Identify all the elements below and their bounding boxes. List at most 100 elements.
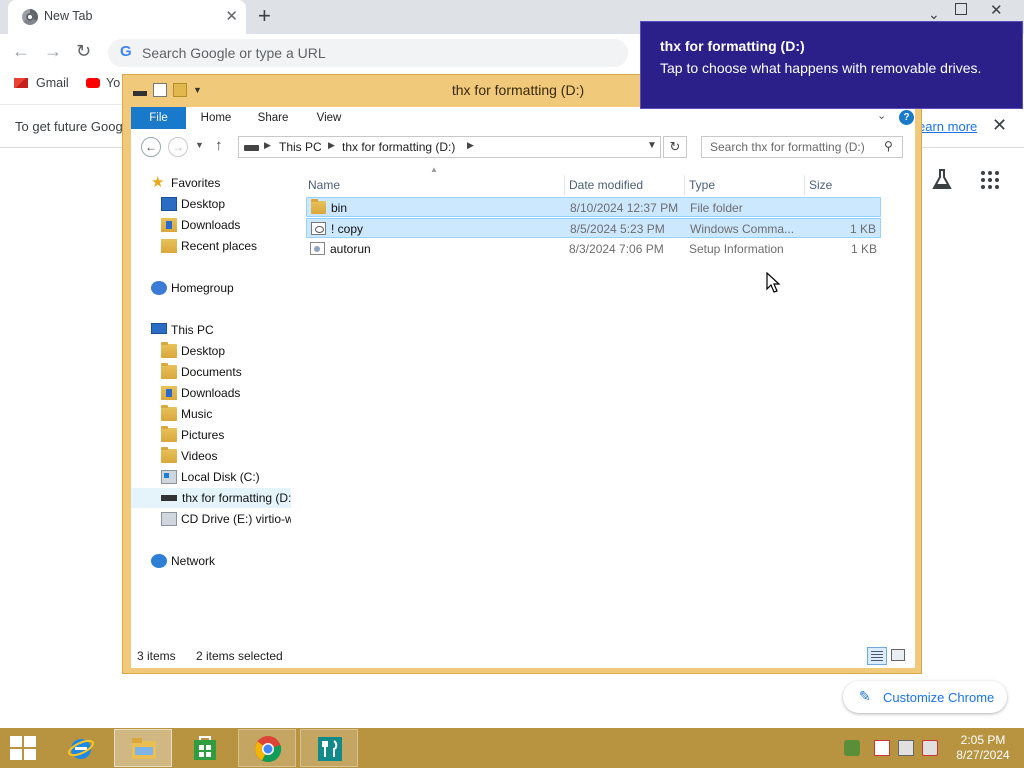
taskbar-clock[interactable]: 2:05 PM 8/27/2024 xyxy=(948,733,1018,763)
forward-button[interactable]: → xyxy=(168,137,188,157)
reload-icon[interactable]: ↻ xyxy=(76,41,91,62)
batch-file-icon xyxy=(311,222,326,235)
search-input[interactable] xyxy=(702,137,880,157)
tree-pc-documents[interactable]: Documents xyxy=(161,362,291,382)
file-row-autorun[interactable]: autorun 8/3/2024 7:06 PM Setup Informati… xyxy=(306,239,881,259)
tree-pc-desktop[interactable]: Desktop xyxy=(161,341,291,361)
column-header-size[interactable]: Size xyxy=(809,173,832,197)
large-icons-view-icon[interactable] xyxy=(891,649,905,661)
tab-home[interactable]: Home xyxy=(193,107,239,129)
address-bar[interactable]: ▶ This PC ▶ thx for formatting (D:) ▶ ▼ xyxy=(238,136,661,158)
tab-file[interactable]: File xyxy=(131,107,186,129)
documents-folder-icon xyxy=(161,363,177,379)
bookmark-gmail[interactable]: Gmail xyxy=(14,76,69,90)
file-name: autorun xyxy=(330,242,371,256)
taskbar-internet-explorer[interactable] xyxy=(52,729,110,767)
tree-pc-music[interactable]: Music xyxy=(161,404,291,424)
taskbar-store[interactable] xyxy=(176,729,234,767)
address-dropdown-icon[interactable]: ▼ xyxy=(647,140,657,151)
breadcrumb-drive[interactable]: thx for formatting (D:) xyxy=(342,140,455,154)
folder-icon xyxy=(311,199,326,214)
removable-drive-toast[interactable]: thx for formatting (D:) Tap to choose wh… xyxy=(640,21,1023,109)
pencil-icon: ✎ xyxy=(859,688,871,704)
restore-window-icon[interactable] xyxy=(955,3,967,15)
omnibox-placeholder: Search Google or type a URL xyxy=(142,45,326,61)
recent-locations-icon[interactable]: ▼ xyxy=(195,140,204,150)
column-header-type[interactable]: Type xyxy=(689,173,715,197)
taskbar-file-explorer[interactable] xyxy=(114,729,172,767)
breadcrumb-separator-icon[interactable]: ▶ xyxy=(467,140,474,151)
forward-arrow-icon[interactable]: → xyxy=(44,41,62,62)
pictures-folder-icon xyxy=(161,426,177,442)
tab-view[interactable]: View xyxy=(307,107,351,129)
chrome-tab-new-tab[interactable]: New Tab ✕ xyxy=(8,0,246,34)
action-center-flag-icon[interactable] xyxy=(874,740,890,756)
omnibox[interactable]: G Search Google or type a URL xyxy=(108,39,628,67)
tree-fav-recent-places[interactable]: Recent places xyxy=(161,236,291,256)
tree-pc-videos[interactable]: Videos xyxy=(161,446,291,466)
tree-pc-cd-drive[interactable]: CD Drive (E:) virtio-win xyxy=(161,509,291,529)
homegroup-icon xyxy=(151,281,167,295)
learn-more-link[interactable]: earn more xyxy=(918,119,977,134)
new-tab-button[interactable]: + xyxy=(258,3,271,29)
clock-date: 8/27/2024 xyxy=(956,748,1010,762)
taskbar-chrome[interactable] xyxy=(238,729,296,767)
file-type: Setup Information xyxy=(689,242,784,256)
details-view-icon[interactable] xyxy=(867,647,887,665)
tree-favorites[interactable]: ★ Favorites xyxy=(151,173,291,193)
tree-this-pc[interactable]: This PC xyxy=(151,320,291,340)
tree-fav-desktop[interactable]: Desktop xyxy=(161,194,291,214)
file-row-copy[interactable]: ! copy 8/5/2024 5:23 PM Windows Comma...… xyxy=(306,218,881,238)
file-explorer-window: ▼ thx for formatting (D:) File Home Shar… xyxy=(122,74,922,674)
close-info-bar-icon[interactable]: ✕ xyxy=(992,115,1007,136)
google-apps-icon[interactable] xyxy=(981,171,999,189)
cd-drive-icon xyxy=(161,512,177,526)
refresh-button[interactable]: ↻ xyxy=(663,136,687,158)
column-header-date-modified[interactable]: Date modified xyxy=(569,173,643,197)
music-folder-icon xyxy=(161,405,177,421)
expand-ribbon-icon[interactable]: ⌄ xyxy=(877,109,886,122)
file-name: ! copy xyxy=(331,222,364,236)
chrome-icon xyxy=(255,736,282,763)
status-bar: 3 items 2 items selected xyxy=(131,643,915,668)
taskbar-app[interactable] xyxy=(300,729,358,767)
ribbon-tabs: File Home Share View ⌄ ? xyxy=(131,107,915,129)
setup-info-icon xyxy=(310,242,325,255)
file-row-bin[interactable]: bin 8/10/2024 12:37 PM File folder xyxy=(306,197,881,217)
tree-pc-local-disk[interactable]: Local Disk (C:) xyxy=(161,467,291,487)
help-icon[interactable]: ? xyxy=(899,110,914,125)
search-icon[interactable]: ⚲ xyxy=(884,139,893,153)
youtube-icon xyxy=(86,78,100,88)
close-window-icon[interactable]: ✕ xyxy=(990,1,1003,19)
labs-flask-icon[interactable] xyxy=(932,168,952,190)
tree-fav-downloads[interactable]: Downloads xyxy=(161,215,291,235)
customize-chrome-button[interactable]: ✎ Customize Chrome xyxy=(843,681,1007,713)
tree-homegroup[interactable]: Homegroup xyxy=(151,278,291,298)
up-arrow-icon[interactable]: ↑ xyxy=(215,137,223,154)
tree-network[interactable]: Network xyxy=(151,551,291,571)
breadcrumb-this-pc[interactable]: This PC xyxy=(279,140,322,154)
tab-share[interactable]: Share xyxy=(249,107,297,129)
tree-pc-pictures[interactable]: Pictures xyxy=(161,425,291,445)
volume-muted-icon[interactable] xyxy=(922,740,938,756)
gmail-icon xyxy=(14,78,28,88)
file-date: 8/5/2024 5:23 PM xyxy=(570,222,665,236)
star-icon: ★ xyxy=(151,174,165,191)
file-name: bin xyxy=(331,201,348,215)
back-arrow-icon[interactable]: ← xyxy=(12,41,30,62)
windows-start-icon[interactable] xyxy=(10,736,38,760)
breadcrumb-separator-icon[interactable]: ▶ xyxy=(328,140,335,151)
back-button[interactable]: ← xyxy=(141,137,161,157)
system-tray xyxy=(840,736,940,760)
bookmark-youtube[interactable]: Yo xyxy=(86,76,120,90)
breadcrumb-separator-icon[interactable]: ▶ xyxy=(264,140,271,151)
column-header-name[interactable]: Name xyxy=(308,173,340,197)
network-status-icon[interactable] xyxy=(898,740,914,756)
file-type: Windows Comma... xyxy=(690,222,795,236)
tree-pc-downloads[interactable]: Downloads xyxy=(161,383,291,403)
close-tab-icon[interactable]: ✕ xyxy=(225,7,238,25)
search-box[interactable]: ⚲ xyxy=(701,136,903,158)
safely-remove-hardware-icon[interactable] xyxy=(844,740,860,756)
tree-pc-removable-drive[interactable]: thx for formatting (D:) xyxy=(131,488,291,508)
navigation-pane: ★ Favorites Desktop Downloads Recent pla… xyxy=(131,173,291,643)
